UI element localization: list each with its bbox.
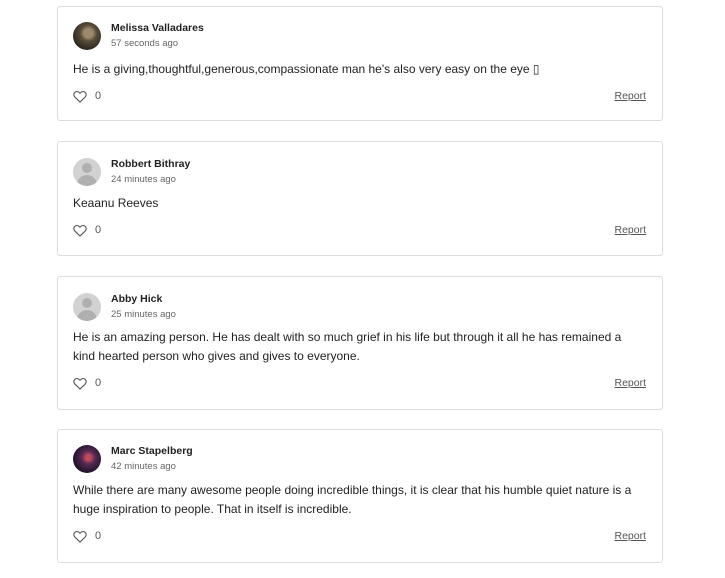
like-count: 0 — [95, 530, 102, 542]
comment-header: Marc Stapelberg 42 minutes ago — [73, 444, 193, 474]
author-name[interactable]: Abby Hick — [111, 293, 176, 306]
report-link[interactable]: Report — [614, 90, 646, 102]
comment-meta: Robbert Bithray 24 minutes ago — [111, 158, 190, 186]
report-link[interactable]: Report — [614, 224, 646, 236]
comment-time: 42 minutes ago — [111, 461, 176, 472]
heart-icon — [73, 224, 87, 237]
comment-text: While there are many awesome people doin… — [73, 483, 632, 516]
avatar[interactable] — [73, 445, 101, 473]
like-count: 0 — [95, 224, 102, 236]
like-button[interactable]: 0 — [73, 90, 101, 103]
comment-header: Melissa Valladares 57 seconds ago — [73, 21, 204, 51]
comment-meta: Abby Hick 25 minutes ago — [111, 293, 176, 321]
like-count: 0 — [95, 377, 102, 389]
comment-meta: Marc Stapelberg 42 minutes ago — [111, 445, 193, 473]
avatar[interactable] — [73, 22, 101, 50]
report-link[interactable]: Report — [614, 530, 646, 542]
comment-header: Abby Hick 25 minutes ago — [73, 292, 176, 322]
author-name[interactable]: Melissa Valladares — [111, 22, 204, 35]
comment-header: Robbert Bithray 24 minutes ago — [73, 157, 190, 187]
comment-actions: 0 Report — [73, 88, 646, 104]
heart-icon — [73, 90, 87, 103]
report-link[interactable]: Report — [614, 377, 646, 389]
heart-icon — [73, 530, 87, 543]
like-button[interactable]: 0 — [73, 224, 101, 237]
like-button[interactable]: 0 — [73, 530, 101, 543]
comment-actions: 0 Report — [73, 528, 646, 544]
avatar[interactable] — [73, 293, 101, 321]
comment-card: Abby Hick 25 minutes ago He is an amazin… — [57, 276, 663, 410]
comment-text: Keaanu Reeves — [73, 196, 159, 210]
author-name[interactable]: Robbert Bithray — [111, 158, 190, 171]
heart-icon — [73, 377, 87, 390]
comment-card: Marc Stapelberg 42 minutes ago While the… — [57, 429, 663, 563]
comment-actions: 0 Report — [73, 222, 646, 238]
avatar[interactable] — [73, 158, 101, 186]
comment-card: Melissa Valladares 57 seconds ago He is … — [57, 6, 663, 121]
comment-text: He is an amazing person. He has dealt wi… — [73, 330, 622, 363]
author-name[interactable]: Marc Stapelberg — [111, 445, 193, 458]
comment-card: Robbert Bithray 24 minutes ago Keaanu Re… — [57, 141, 663, 256]
comment-meta: Melissa Valladares 57 seconds ago — [111, 22, 204, 50]
comment-time: 24 minutes ago — [111, 174, 176, 185]
comment-time: 25 minutes ago — [111, 309, 176, 320]
like-count: 0 — [95, 90, 102, 102]
like-button[interactable]: 0 — [73, 377, 101, 390]
comment-time: 57 seconds ago — [111, 38, 179, 49]
comment-text: He is a giving,thoughtful,generous,compa… — [73, 62, 540, 76]
comment-feed: Melissa Valladares 57 seconds ago He is … — [0, 0, 725, 578]
comment-actions: 0 Report — [73, 375, 646, 391]
